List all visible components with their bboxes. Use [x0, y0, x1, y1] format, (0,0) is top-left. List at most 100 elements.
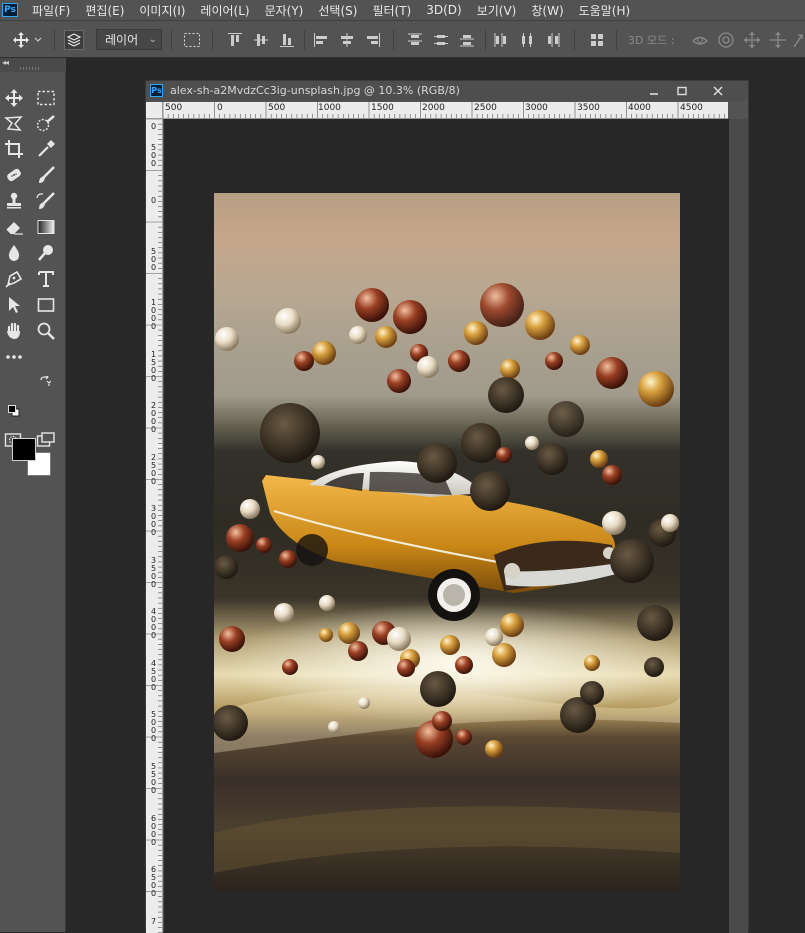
- maximize-icon: [677, 86, 687, 96]
- image-canvas[interactable]: [214, 193, 680, 891]
- 3d-orbit-button[interactable]: [689, 21, 711, 58]
- 3d-mode-label: 3D 모드 :: [628, 34, 675, 47]
- lasso-tool[interactable]: [4, 114, 24, 134]
- ruler-label: 4500: [150, 659, 157, 692]
- align-bottom-button[interactable]: [277, 21, 297, 58]
- brush-icon: [39, 166, 55, 183]
- menu-select[interactable]: 선택(S): [318, 2, 357, 19]
- foreground-color-swatch[interactable]: [12, 438, 36, 461]
- align-right-button[interactable]: [363, 21, 383, 58]
- distribute-right-button[interactable]: [543, 21, 563, 58]
- ruler-label: 3500: [577, 103, 600, 113]
- distribute-bottom-button[interactable]: [457, 21, 477, 58]
- 3d-roll-button[interactable]: [715, 21, 737, 58]
- dodge-tool[interactable]: [36, 243, 56, 263]
- menu-window[interactable]: 창(W): [531, 2, 563, 19]
- 3d-pan-button[interactable]: [741, 21, 763, 58]
- hand-tool[interactable]: [4, 321, 24, 341]
- align-left-icon: [314, 32, 327, 47]
- zoom-tool[interactable]: [36, 321, 56, 341]
- auto-select-dropdown[interactable]: 레이어 ⌄: [96, 29, 162, 50]
- align-horizontal-center-button[interactable]: [337, 21, 357, 58]
- 3d-scale-button[interactable]: [791, 21, 805, 58]
- ruler-label: 5000: [150, 710, 157, 743]
- ruler-label: 500: [150, 143, 157, 168]
- align-horizontal-center-icon: [341, 32, 353, 47]
- align-bottom-icon: [280, 33, 294, 47]
- menu-filter[interactable]: 필터(T): [372, 2, 411, 19]
- clone-stamp-tool[interactable]: [4, 191, 24, 211]
- separator: [485, 30, 486, 50]
- default-colors-button[interactable]: [8, 405, 20, 417]
- brush-tool[interactable]: [36, 165, 56, 185]
- distribute-left-button[interactable]: [491, 21, 511, 58]
- distribute-horizontal-center-button[interactable]: [517, 21, 537, 58]
- pen-tool[interactable]: [4, 269, 24, 289]
- distribute-top-button[interactable]: [405, 21, 425, 58]
- layers-stack-button[interactable]: [62, 21, 86, 58]
- align-vertical-center-button[interactable]: [251, 21, 271, 58]
- edit-toolbar-button[interactable]: [4, 347, 24, 367]
- move-tool[interactable]: [4, 88, 24, 108]
- distribute-vertical-center-button[interactable]: [431, 21, 451, 58]
- eraser-tool[interactable]: [4, 217, 24, 237]
- separator: [304, 30, 305, 50]
- ruler-label: 2000: [422, 103, 445, 113]
- 3d-slide-button[interactable]: [767, 21, 789, 58]
- separator: [393, 30, 394, 50]
- type-tool[interactable]: [36, 269, 56, 289]
- 3d-scale-icon: [793, 33, 803, 47]
- spot-healing-brush-tool[interactable]: [4, 165, 24, 185]
- menu-layer[interactable]: 레이어(L): [200, 2, 249, 19]
- rectangle-tool[interactable]: [36, 295, 56, 315]
- vertical-ruler[interactable]: 0 500 0 500 1000 1500 2000 2500 3000 350…: [146, 119, 163, 933]
- transform-controls-button[interactable]: [181, 21, 203, 58]
- quick-selection-tool[interactable]: [36, 114, 56, 134]
- eyedropper-tool[interactable]: [36, 139, 56, 159]
- menu-help[interactable]: 도움말(H): [579, 2, 631, 19]
- menu-3d[interactable]: 3D(D): [426, 3, 461, 17]
- blur-tool[interactable]: [4, 243, 24, 263]
- minimize-button[interactable]: [640, 81, 668, 101]
- maximize-button[interactable]: [668, 81, 696, 101]
- align-top-button[interactable]: [225, 21, 245, 58]
- distribute-left-icon: [494, 32, 506, 47]
- history-brush-tool[interactable]: [36, 191, 56, 211]
- path-selection-tool[interactable]: [4, 295, 24, 315]
- menu-type[interactable]: 문자(Y): [265, 2, 304, 19]
- close-button[interactable]: [704, 81, 732, 101]
- horizontal-ruler[interactable]: 500 0 500 1000 1500 2000 2500 3000 3500 …: [163, 102, 728, 119]
- ruler-label: 4500: [680, 103, 703, 113]
- ruler-label: 500: [165, 103, 183, 113]
- crop-tool[interactable]: [4, 139, 24, 159]
- swap-colors-button[interactable]: [38, 376, 52, 388]
- auto-align-layers-button[interactable]: [587, 21, 607, 58]
- rectangle-icon: [37, 298, 55, 312]
- distribute-right-icon: [548, 32, 560, 47]
- eyedropper-icon: [38, 140, 55, 157]
- screen-mode-button[interactable]: [36, 430, 56, 450]
- ruler-label: 2000: [150, 401, 157, 434]
- menu-view[interactable]: 보기(V): [477, 2, 517, 19]
- align-left-button[interactable]: [311, 21, 331, 58]
- menu-file[interactable]: 파일(F): [32, 2, 70, 19]
- 3d-orbit-icon: [692, 36, 708, 45]
- separator: [616, 30, 617, 50]
- type-icon: [38, 271, 54, 287]
- pen-icon: [5, 270, 23, 288]
- panel-grip[interactable]: [20, 67, 40, 70]
- rectangular-marquee-tool[interactable]: [36, 88, 56, 108]
- menu-image[interactable]: 이미지(I): [139, 2, 185, 19]
- move-tool-preset-button[interactable]: [10, 21, 46, 58]
- ruler-origin[interactable]: [146, 102, 163, 119]
- document-tab[interactable]: Ps alex-sh-a2MvdzCc3ig-unsplash.jpg @ 10…: [146, 81, 748, 101]
- tools-panel-header[interactable]: ◂◂: [0, 58, 66, 72]
- vertical-scrollbar[interactable]: [729, 119, 748, 933]
- auto-select-value: 레이어: [105, 33, 139, 47]
- collapse-panel-icon[interactable]: ◂◂: [2, 58, 9, 67]
- menu-edit[interactable]: 편집(E): [85, 2, 124, 19]
- gradient-tool[interactable]: [36, 217, 56, 237]
- water-drop-icon: [8, 245, 20, 261]
- ruler-label: 2500: [474, 103, 497, 113]
- photoshop-logo[interactable]: Ps: [2, 3, 18, 17]
